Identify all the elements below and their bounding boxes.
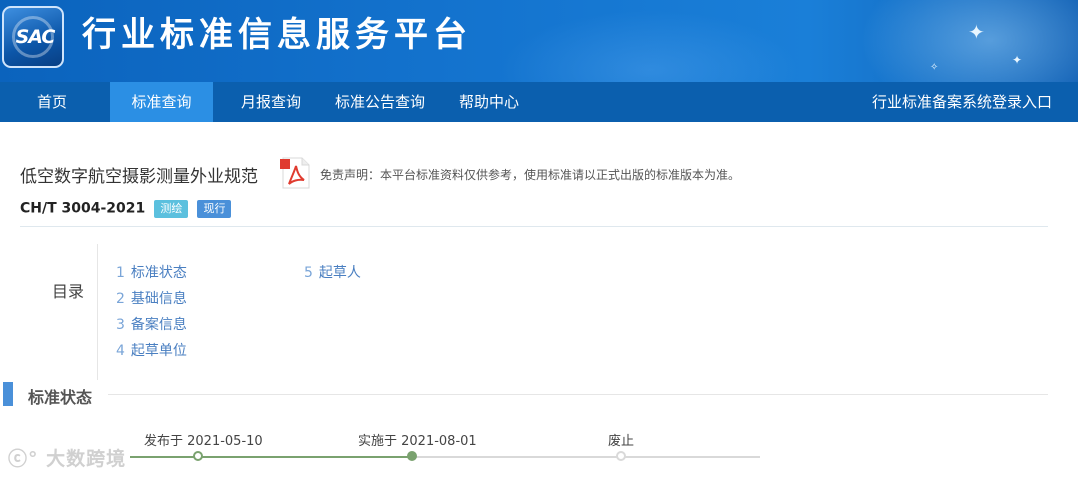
- timeline-track-pending: [412, 456, 760, 458]
- toc-item-drafters[interactable]: 5 起草人: [304, 262, 361, 282]
- timeline-track-done: [130, 456, 412, 458]
- toc-label: 目录: [52, 282, 85, 301]
- toc-item-status[interactable]: 1 标准状态: [116, 262, 187, 282]
- standard-title: 低空数字航空摄影测量外业规范: [20, 167, 258, 187]
- nav-item-standard-search[interactable]: 标准查询: [110, 82, 213, 122]
- toc-item-number: 5: [304, 265, 313, 281]
- nav-item-announcements[interactable]: 标准公告查询: [326, 82, 434, 122]
- toc-item-label: 备案信息: [130, 317, 187, 333]
- toc-item-number: 1: [116, 265, 125, 281]
- sac-logo[interactable]: SAC: [2, 6, 64, 68]
- site-title: 行业标准信息服务平台: [82, 15, 472, 55]
- toc-item-label: 起草人: [318, 265, 361, 281]
- filing-login-link[interactable]: 行业标准备案系统登录入口: [872, 82, 1052, 122]
- sparkle-icon: ✦: [1012, 53, 1023, 67]
- sparkle-icon: ✦: [968, 20, 985, 44]
- toc-item-basic-info[interactable]: 2 基础信息: [116, 288, 187, 308]
- timeline-dot-published: [193, 451, 203, 461]
- timeline-label-implemented: 实施于 2021-08-01: [358, 434, 477, 449]
- main-nav: 首页 标准查询 月报查询 标准公告查询 帮助中心 行业标准备案系统登录入口: [0, 82, 1078, 122]
- toc-item-filing-info[interactable]: 3 备案信息: [116, 314, 187, 334]
- disclaimer-text: 免责声明：本平台标准资料仅供参考，使用标准请以正式出版的标准版本为准。: [320, 168, 741, 182]
- pdf-icon[interactable]: [280, 156, 312, 190]
- watermark: ⓒ° 大数跨境: [8, 444, 126, 471]
- logo-text: SAC: [15, 26, 56, 48]
- timeline-label-abolished: 废止: [608, 434, 635, 449]
- header-banner: ✦ ✦ ✧ SAC 行业标准信息服务平台: [0, 0, 1078, 82]
- timeline-dot-implemented: [407, 451, 417, 461]
- toc-item-label: 起草单位: [130, 343, 187, 359]
- standard-detail: 低空数字航空摄影测量外业规范 免责声明：本平台标准资料仅供参考，使用标准请以正式…: [0, 122, 1078, 480]
- toc-item-number: 3: [116, 317, 125, 333]
- watermark-text: 大数跨境: [46, 448, 127, 470]
- banner-glow: [500, 10, 800, 82]
- toc-item-label: 标准状态: [130, 265, 187, 281]
- nav-item-help[interactable]: 帮助中心: [446, 82, 532, 122]
- nav-item-home[interactable]: 首页: [0, 82, 104, 122]
- section-marker: [3, 382, 13, 406]
- divider: [20, 226, 1048, 227]
- timeline-label-published: 发布于 2021-05-10: [144, 434, 263, 449]
- nav-item-monthly-report[interactable]: 月报查询: [224, 82, 318, 122]
- toc-item-label: 基础信息: [130, 291, 187, 307]
- toc-item-number: 2: [116, 291, 125, 307]
- sparkle-icon: ✧: [930, 62, 939, 73]
- standard-code: CH/T 3004-2021: [20, 200, 146, 217]
- section-title-status: 标准状态: [28, 388, 93, 407]
- status-badge: 现行: [197, 199, 232, 218]
- standard-meta: CH/T 3004-2021 测绘 现行: [20, 198, 232, 218]
- watermark-logo-icon: ⓒ°: [8, 448, 39, 470]
- category-badge: 测绘: [154, 199, 189, 218]
- toc-item-number: 4: [116, 343, 125, 359]
- toc-item-drafting-units[interactable]: 4 起草单位: [116, 340, 187, 360]
- divider: [108, 394, 1048, 395]
- toc-divider: [97, 244, 98, 380]
- timeline-dot-abolished: [616, 451, 626, 461]
